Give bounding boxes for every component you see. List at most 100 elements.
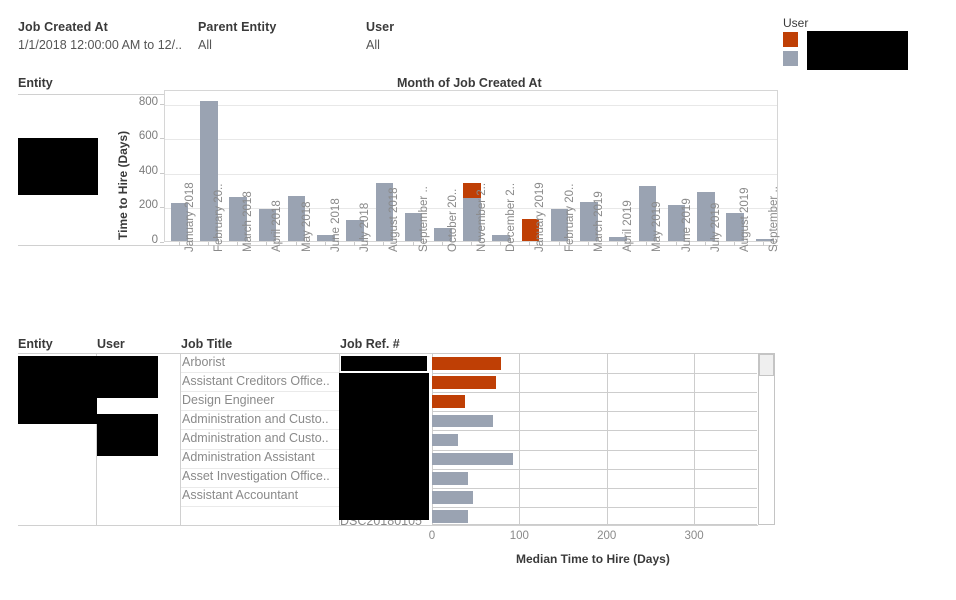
x-tick-label: February 20.. [212, 183, 225, 252]
x-tick-mark [295, 242, 297, 246]
filter-value-parent-entity[interactable]: All [198, 38, 212, 52]
job-title-cell[interactable]: Assistant Accountant [182, 488, 332, 502]
row-separator [181, 486, 339, 488]
x-tick-mark [178, 242, 180, 246]
x-tick-mark [763, 242, 765, 246]
x-tick-mark [617, 242, 619, 246]
hbar-row-separator [432, 411, 757, 413]
hbar-bar[interactable] [432, 414, 494, 428]
row-separator [181, 410, 339, 412]
hbar-row-separator [432, 506, 757, 508]
hbar-row-separator [432, 449, 757, 451]
entity-cell-redacted [18, 356, 97, 424]
x-tick-mark [471, 242, 472, 246]
hbar-row-separator [432, 430, 757, 432]
top-chart-y-axis-title: Time to Hire (Days) [116, 130, 130, 240]
x-tick-label: September .. [768, 186, 781, 252]
hbar-gridline-200 [606, 354, 608, 524]
row-separator [181, 391, 339, 393]
x-tick-mark [354, 242, 356, 246]
x-tick-label: April 2019 [622, 200, 635, 252]
hbar-bar[interactable] [432, 376, 496, 389]
column-header-job-title[interactable]: Job Title [181, 337, 232, 351]
legend-swatch-orange[interactable] [783, 32, 798, 47]
job-ref-redacted-top [341, 356, 427, 371]
table-vertical-scrollbar[interactable] [758, 353, 775, 525]
filter-label-job-created-at: Job Created At [18, 20, 108, 34]
x-tick-mark [675, 242, 677, 246]
hbar-row-separator [432, 373, 757, 375]
y-tick-label-800: 800 [138, 95, 158, 108]
hbar-x-tick-label-300: 300 [684, 530, 704, 542]
x-tick-mark [734, 242, 736, 246]
x-tick-mark [587, 242, 589, 246]
x-tick-mark [500, 242, 502, 246]
column-header-user[interactable]: User [97, 337, 125, 351]
hbar-bar[interactable] [432, 491, 474, 504]
user-cell-redacted-group-2 [97, 414, 158, 456]
row-separator [181, 448, 339, 450]
job-title-cell[interactable]: Assistant Creditors Office.. [182, 374, 332, 388]
x-tick-label: December 2.. [505, 182, 518, 252]
x-tick-label: September .. [417, 186, 430, 252]
hbar-bar[interactable] [432, 433, 459, 447]
x-tick-mark [266, 242, 268, 246]
column-header-job-ref[interactable]: Job Ref. # [340, 337, 400, 351]
column-header-entity[interactable]: Entity [18, 337, 53, 351]
hbar-row-separator [432, 468, 757, 470]
x-tick-label: July 2019 [709, 202, 722, 252]
filter-value-user[interactable]: All [366, 38, 380, 52]
legend-swatch-gray[interactable] [783, 51, 798, 66]
entity-value-redacted [18, 138, 98, 195]
x-tick-label: February 20.. [563, 183, 576, 252]
x-tick-label: May 2019 [651, 201, 664, 252]
hbar-x-axis-title: Median Time to Hire (Days) [516, 552, 670, 566]
job-title-cell[interactable]: Arborist [182, 355, 332, 369]
hbar-x-tick-label-0: 0 [428, 530, 436, 542]
job-title-cell[interactable]: Asset Investigation Office.. [182, 469, 332, 483]
hbar-bar[interactable] [432, 471, 468, 485]
x-tick-label: April 2018 [271, 200, 284, 252]
x-tick-label: January 2019 [534, 182, 547, 252]
row-separator [181, 429, 339, 431]
y-tick-mark-0 [160, 242, 164, 243]
x-tick-label: May 2018 [300, 201, 313, 252]
x-tick-mark [412, 242, 414, 246]
filter-label-parent-entity: Parent Entity [198, 20, 277, 34]
row-separator [181, 372, 339, 374]
table-scrollbar-thumb[interactable] [759, 354, 774, 376]
x-tick-label: March 2019 [592, 191, 605, 252]
hbar-bar[interactable] [432, 357, 502, 370]
job-title-cell[interactable]: Administration Assistant [182, 450, 332, 464]
job-title-cell[interactable]: Administration and Custo.. [182, 431, 332, 445]
job-title-cell[interactable]: Administration and Custo.. [182, 412, 332, 426]
y-tick-label-200: 200 [138, 199, 158, 212]
x-tick-mark [704, 242, 706, 246]
filter-label-user: User [366, 20, 395, 34]
x-tick-mark [207, 242, 209, 246]
x-tick-label: November 2.. [476, 182, 488, 252]
top-column-header-caption: Month of Job Created At [397, 76, 542, 90]
x-tick-label: October 20.. [446, 188, 459, 252]
median-time-to-hire-plot[interactable] [432, 353, 757, 525]
filter-value-job-created-at[interactable]: 1/1/2018 12:00:00 AM to 12/.. [18, 38, 182, 52]
x-tick-label: June 2019 [680, 198, 693, 252]
x-tick-label: March 2018 [242, 191, 255, 252]
bottom-table-panel: Entity User Job Title Job Ref. # Arboris… [0, 332, 956, 600]
y-tick-label-400: 400 [138, 164, 158, 177]
y-tick-label-0: 0 [151, 234, 158, 246]
row-separator [181, 467, 339, 469]
hbar-bar[interactable] [432, 395, 466, 409]
hbar-gridline-300 [694, 354, 696, 524]
hbar-bar[interactable] [432, 510, 468, 523]
legend-labels-redacted [807, 31, 908, 70]
hbar-row-separator [432, 487, 757, 489]
hbar-gridline-100 [519, 354, 521, 524]
x-tick-mark [383, 242, 385, 246]
top-chart-panel: Entity Month of Job Created At Time to H… [0, 70, 956, 330]
x-tick-label: August 2019 [739, 187, 752, 252]
hbar-bar[interactable] [432, 452, 514, 466]
x-tick-mark [441, 242, 443, 246]
row-separator [181, 505, 339, 507]
job-title-cell[interactable]: Design Engineer [182, 393, 332, 407]
